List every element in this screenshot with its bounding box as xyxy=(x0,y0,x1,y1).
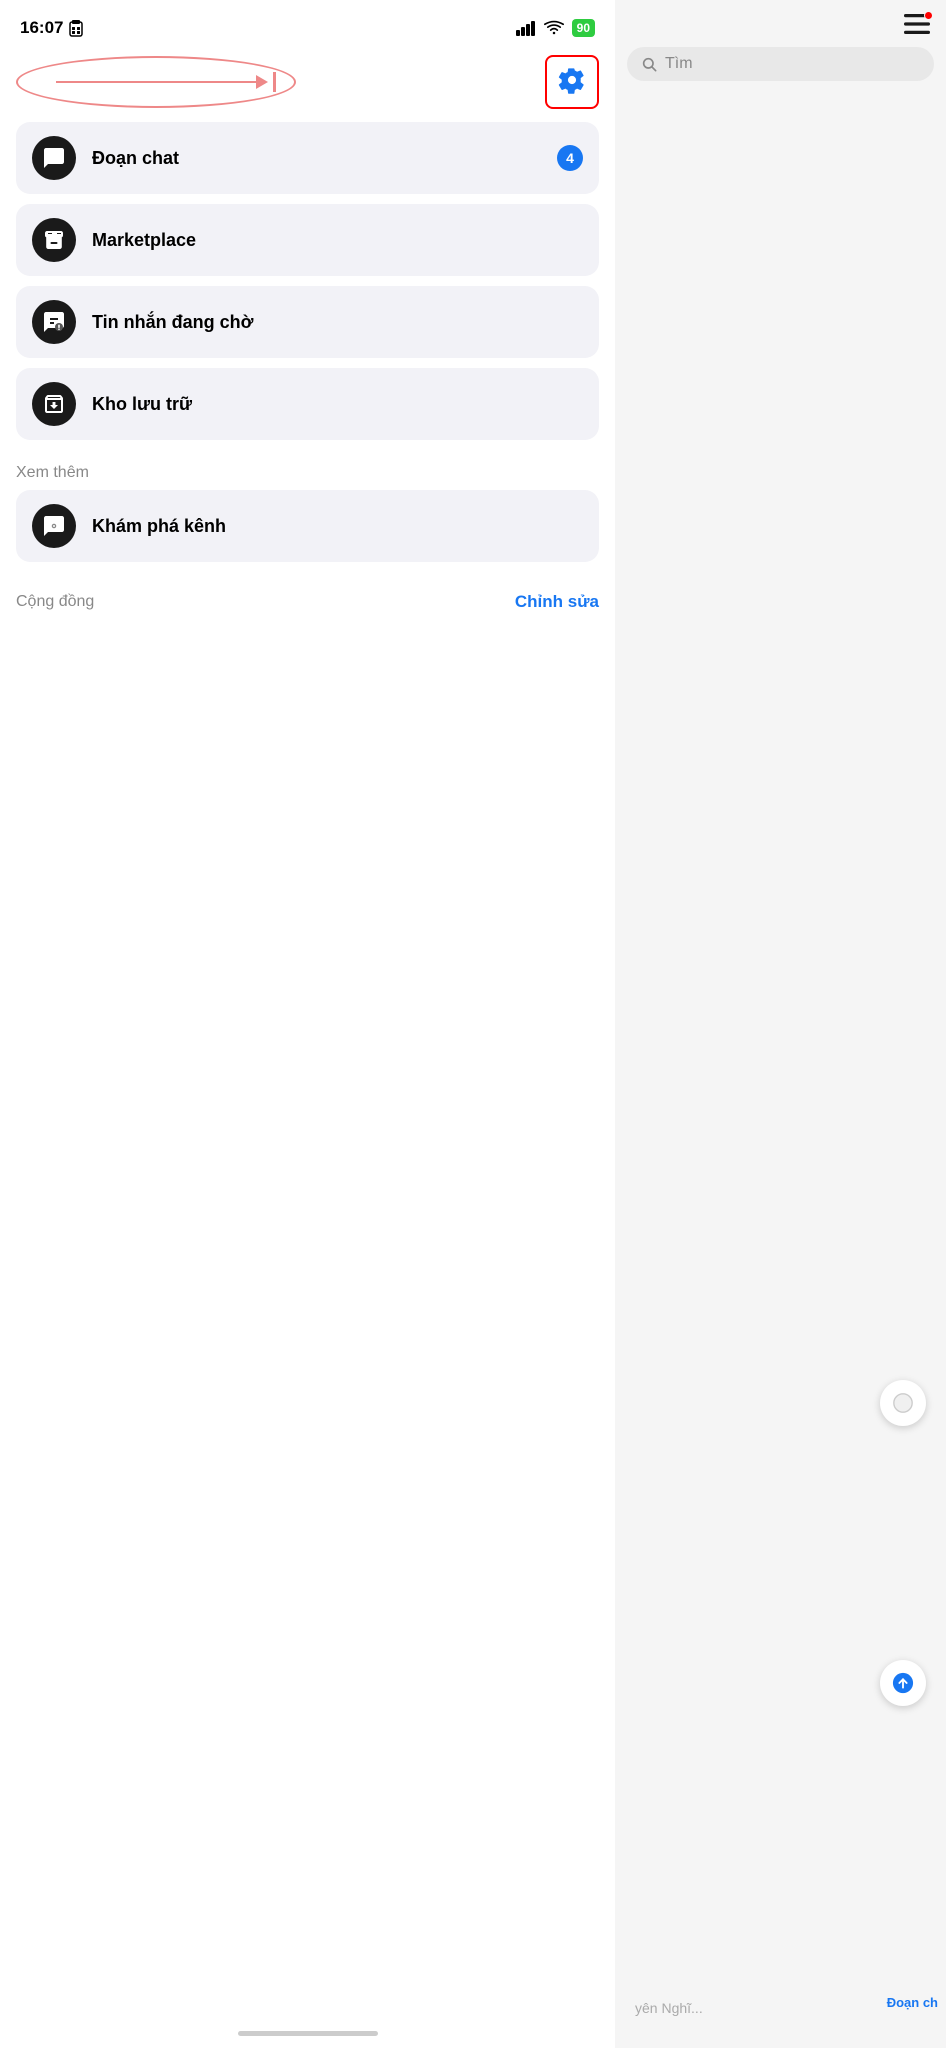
main-panel: 16:07 xyxy=(0,0,615,2048)
header-row xyxy=(0,50,615,114)
bottom-right-label: Đoạn ch xyxy=(887,1995,938,2010)
notification-dot xyxy=(924,11,933,20)
settings-button[interactable] xyxy=(545,55,599,109)
hamburger-menu-icon[interactable] xyxy=(904,14,930,39)
kho-luu-tru-label: Kho lưu trữ xyxy=(92,394,583,415)
right-search-bar[interactable]: Tìm xyxy=(627,47,934,81)
community-row: Cộng đồng Chỉnh sửa xyxy=(0,584,615,620)
battery-indicator: 90 xyxy=(572,19,595,37)
doan-chat-label: Đoạn chat xyxy=(92,148,541,169)
menu-item-doan-chat[interactable]: Đoạn chat 4 xyxy=(16,122,599,194)
kho-luu-tru-icon xyxy=(32,382,76,426)
status-bar: 16:07 xyxy=(0,0,615,50)
kham-pha-icon xyxy=(32,504,76,548)
arrow-annotation xyxy=(16,52,306,112)
home-indicator xyxy=(238,2031,378,2036)
kham-pha-label: Khám phá kênh xyxy=(92,516,583,537)
floating-btn-2[interactable] xyxy=(880,1660,926,1706)
status-icons: 90 xyxy=(516,19,595,37)
gear-icon xyxy=(558,66,586,99)
floating-btn-1[interactable] xyxy=(880,1380,926,1426)
wifi-icon xyxy=(544,20,564,36)
menu-item-kho-luu-tru[interactable]: Kho lưu trữ xyxy=(16,368,599,440)
menu-item-tin-nhan[interactable]: Tin nhắn đang chờ xyxy=(16,286,599,358)
menu-item-kham-pha-kenh[interactable]: Khám phá kênh xyxy=(16,490,599,562)
doan-chat-icon xyxy=(32,136,76,180)
extra-menu-list: Khám phá kênh xyxy=(0,486,615,580)
annotation-arrow-line xyxy=(56,81,266,83)
sim-icon xyxy=(69,19,83,37)
marketplace-icon xyxy=(32,218,76,262)
search-placeholder: Tìm xyxy=(665,55,693,73)
marketplace-label: Marketplace xyxy=(92,230,583,251)
right-top-bar xyxy=(615,0,946,43)
edit-link[interactable]: Chỉnh sửa xyxy=(515,592,599,612)
doan-chat-badge: 4 xyxy=(557,145,583,171)
menu-list: Đoạn chat 4 Marketplace Tin nhắ xyxy=(0,114,615,458)
right-panel: Tìm Đoạn ch yên Nghĩ... xyxy=(615,0,946,2048)
bottom-hint-text: yên Nghĩ... xyxy=(635,2000,703,2016)
annotation-tail xyxy=(273,72,276,92)
tin-nhan-label: Tin nhắn đang chờ xyxy=(92,312,583,333)
community-label: Cộng đồng xyxy=(16,593,94,611)
signal-icon xyxy=(516,20,536,36)
annotation-arrowhead xyxy=(256,75,268,89)
see-more-label: Xem thêm xyxy=(0,458,615,486)
tin-nhan-icon xyxy=(32,300,76,344)
status-time: 16:07 xyxy=(20,18,83,38)
menu-item-marketplace[interactable]: Marketplace xyxy=(16,204,599,276)
